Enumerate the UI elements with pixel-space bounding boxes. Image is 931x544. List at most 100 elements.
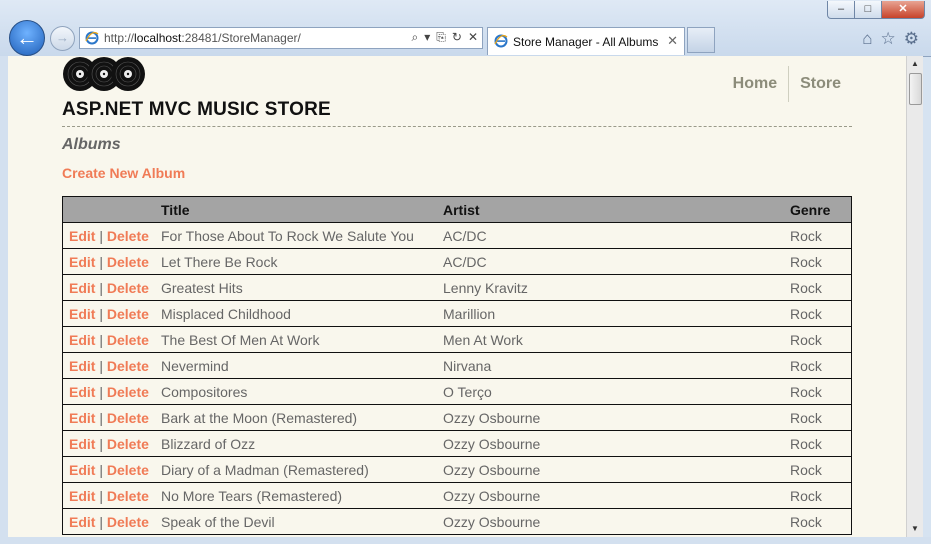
artist-header: Artist [437,196,784,223]
row-actions: Edit | Delete [62,326,155,353]
action-separator: | [99,253,103,270]
table-row: Edit | Delete For Those About To Rock We … [62,222,852,249]
album-genre-cell: Rock [784,404,852,431]
table-header-row: Title Artist Genre [62,196,852,223]
edit-link[interactable]: Edit [69,228,95,244]
site-title: ASP.NET MVC MUSIC STORE [62,99,331,120]
header-divider [62,126,852,127]
scroll-up-icon[interactable]: ▲ [907,56,923,72]
delete-link[interactable]: Delete [107,306,149,322]
actions-header [62,196,155,223]
vertical-scrollbar[interactable]: ▲ ▼ [906,56,923,537]
edit-link[interactable]: Edit [69,306,95,322]
scroll-thumb[interactable] [909,73,922,105]
genre-header: Genre [784,196,852,223]
delete-link[interactable]: Delete [107,410,149,426]
album-artist-cell: AC/DC [437,222,784,249]
edit-link[interactable]: Edit [69,436,95,452]
back-button[interactable]: ← [9,20,45,56]
album-genre-cell: Rock [784,326,852,353]
tab-title: Store Manager - All Albums [513,35,659,49]
scroll-down-icon[interactable]: ▼ [907,521,923,537]
edit-link[interactable]: Edit [69,384,95,400]
action-separator: | [99,357,103,374]
delete-link[interactable]: Delete [107,358,149,374]
address-url[interactable]: http://localhost:28481/StoreManager/ [104,31,301,45]
forward-arrow-icon: → [56,30,69,45]
delete-link[interactable]: Delete [107,462,149,478]
row-actions: Edit | Delete [62,300,155,327]
table-row: Edit | Delete Greatest Hits Lenny Kravitz R… [62,274,852,301]
nav-store-link[interactable]: Store [788,66,852,102]
delete-link[interactable]: Delete [107,280,149,296]
delete-link[interactable]: Delete [107,254,149,270]
minimize-button[interactable]: – [827,1,855,19]
tab-close-icon[interactable]: ✕ [667,33,678,49]
delete-link[interactable]: Delete [107,332,149,348]
action-separator: | [99,227,103,244]
row-actions: Edit | Delete [62,508,155,535]
new-tab-button[interactable] [687,27,715,53]
page-viewport: ASP.NET MVC MUSIC STORE Home Store Album… [8,56,906,537]
edit-link[interactable]: Edit [69,514,95,530]
close-window-button[interactable]: ✕ [881,1,925,19]
delete-link[interactable]: Delete [107,436,149,452]
edit-link[interactable]: Edit [69,280,95,296]
delete-link[interactable]: Delete [107,228,149,244]
create-new-album-link[interactable]: Create New Album [62,165,185,181]
table-row: Edit | Delete Speak of the Devil Ozzy Osbo… [62,508,852,535]
nav-home-link[interactable]: Home [722,66,788,102]
window-frame-left [0,56,8,544]
edit-link[interactable]: Edit [69,410,95,426]
gear-icon[interactable]: ⚙ [904,29,919,49]
star-icon[interactable]: ☆ [881,29,896,49]
album-artist-cell: Lenny Kravitz [437,274,784,301]
album-artist-cell: Ozzy Osbourne [437,482,784,509]
edit-link[interactable]: Edit [69,462,95,478]
action-separator: | [99,409,103,426]
action-separator: | [99,461,103,478]
edit-link[interactable]: Edit [69,358,95,374]
stop-icon[interactable]: ✕ [468,30,478,45]
edit-link[interactable]: Edit [69,332,95,348]
row-actions: Edit | Delete [62,222,155,249]
album-title-cell: Bark at the Moon (Remastered) [155,404,437,431]
album-title-cell: Greatest Hits [155,274,437,301]
table-row: Edit | Delete The Best Of Men At Work Men … [62,326,852,353]
back-arrow-icon: ← [16,25,38,50]
forward-button[interactable]: → [50,26,75,51]
table-row: Edit | Delete No More Tears (Remastered) O… [62,482,852,509]
delete-link[interactable]: Delete [107,384,149,400]
search-icon[interactable]: ⌕ [412,30,419,45]
compatibility-view-icon[interactable]: ⎘ [436,30,446,45]
table-row: Edit | Delete Nevermind Nirvana Rock [62,352,852,379]
album-artist-cell: Ozzy Osbourne [437,404,784,431]
album-genre-cell: Rock [784,378,852,405]
vinyl-records-logo [63,57,145,91]
album-genre-cell: Rock [784,352,852,379]
row-actions: Edit | Delete [62,456,155,483]
row-actions: Edit | Delete [62,248,155,275]
table-row: Edit | Delete Misplaced Childhood Marillio… [62,300,852,327]
album-title-cell: Compositores [155,378,437,405]
album-title-cell: Misplaced Childhood [155,300,437,327]
home-icon[interactable]: ⌂ [862,29,872,49]
edit-link[interactable]: Edit [69,254,95,270]
address-bar[interactable]: http://localhost:28481/StoreManager/ ⌕ ▾… [79,27,483,49]
album-genre-cell: Rock [784,482,852,509]
row-actions: Edit | Delete [62,404,155,431]
album-artist-cell: Ozzy Osbourne [437,508,784,535]
delete-link[interactable]: Delete [107,488,149,504]
action-separator: | [99,487,103,504]
refresh-icon[interactable]: ↻ [452,30,462,45]
page-title: Albums [62,136,121,153]
action-separator: | [99,331,103,348]
edit-link[interactable]: Edit [69,488,95,504]
window-frame-bottom [0,537,931,544]
tab-store-manager[interactable]: Store Manager - All Albums ✕ [487,27,685,55]
action-separator: | [99,435,103,452]
dropdown-icon[interactable]: ▾ [424,30,430,45]
maximize-button[interactable]: □ [854,1,882,19]
delete-link[interactable]: Delete [107,514,149,530]
address-tools: ⌕ ▾ ⎘ ↻ ✕ [412,30,479,45]
